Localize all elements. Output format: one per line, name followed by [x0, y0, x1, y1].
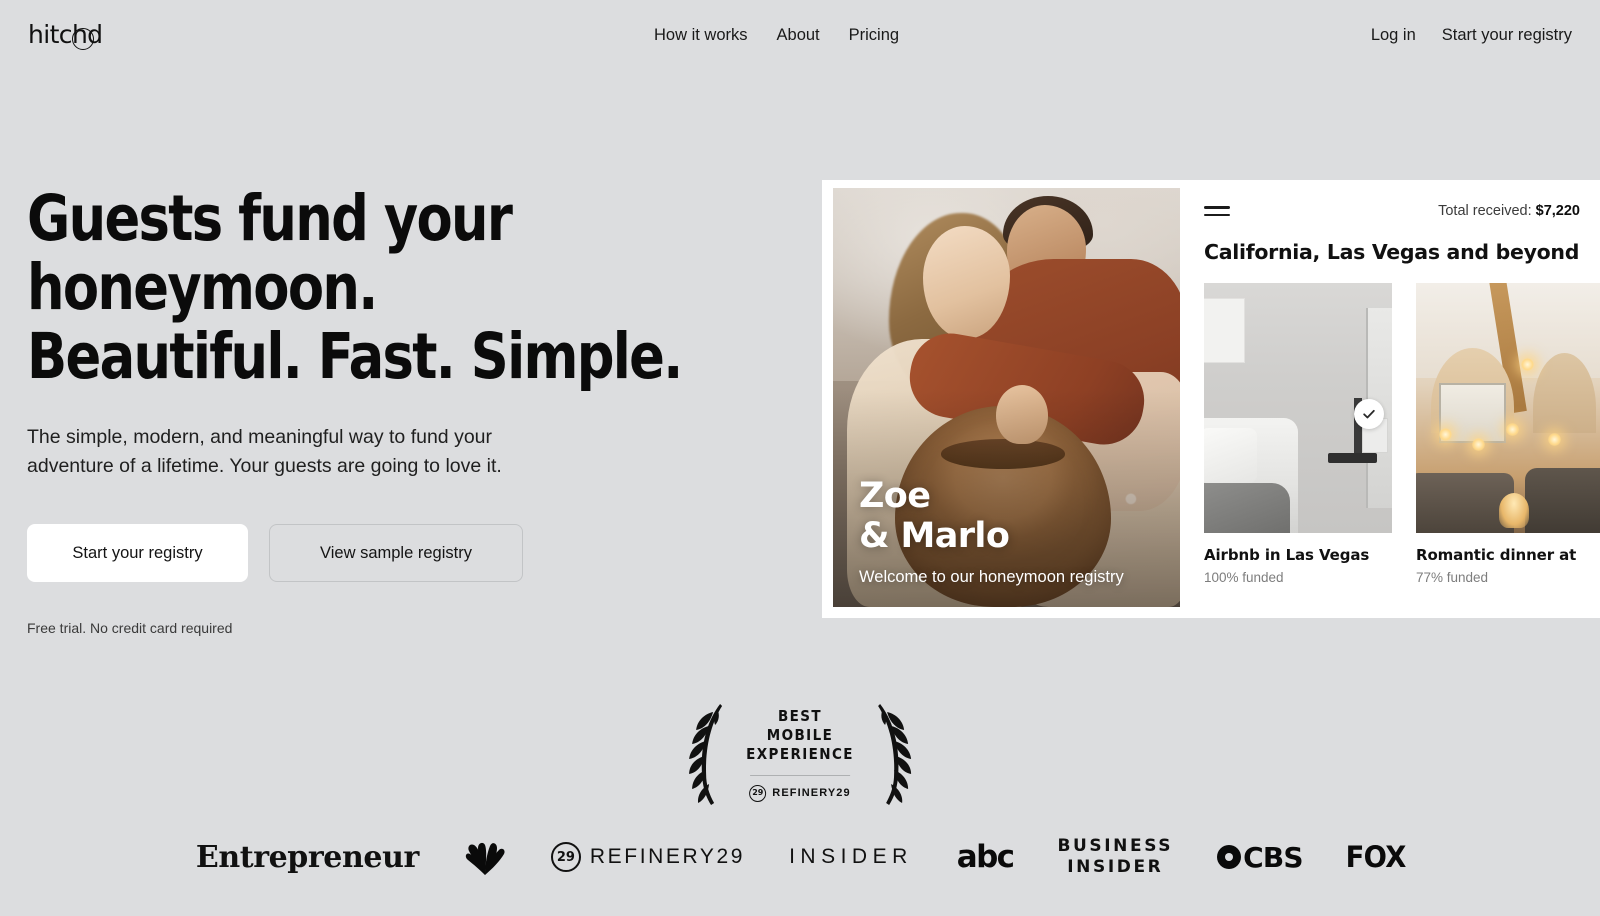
total-received-label: Total received: — [1438, 203, 1532, 219]
gift-funded-status: 100% funded — [1204, 570, 1284, 585]
registry-content: Total received: $7,220 California, Las V… — [1192, 180, 1600, 618]
press-logo-entrepreneur: Entrepreneur — [196, 826, 419, 888]
gift-funded-status: 77% funded — [1416, 570, 1489, 585]
registry-topbar: Total received: $7,220 — [1204, 199, 1580, 223]
gift-list: Airbnb in Las Vegas 100% funded Romantic… — [1204, 283, 1600, 585]
award-source-name: REFINERY29 — [772, 787, 851, 799]
fox-wordmark: FOX — [1345, 840, 1406, 874]
refinery29-mark-icon: 29 — [550, 842, 581, 872]
photo-caption: Zoe & Marlo Welcome to our honeymoon reg… — [859, 476, 1166, 587]
hero-headline: Guests fund your honeymoon. Beautiful. F… — [27, 182, 683, 393]
award-line-2: MOBILE — [766, 725, 834, 744]
press-logo-refinery29: 29 REFINERY29 — [550, 826, 746, 888]
gift-name: Romantic dinner at — [1416, 546, 1577, 564]
award-text: BEST MOBILE EXPERIENCE 29 REFINERY29 — [730, 707, 870, 802]
gift2-bulb — [1506, 423, 1520, 436]
primary-nav: How it works About Pricing — [654, 26, 899, 45]
gift-image — [1204, 283, 1392, 533]
cbs-wordmark: CBS — [1243, 840, 1303, 874]
refinery29-wordmark: REFINERY29 — [589, 845, 746, 868]
registry-welcome-text: Welcome to our honeymoon registry — [859, 568, 1124, 586]
nav-item-about[interactable]: About — [777, 26, 820, 45]
press-logo-fox: FOX — [1345, 826, 1406, 888]
logo-circle-icon — [72, 28, 94, 50]
press-logo-business-insider: BUSINESS INSIDER — [1057, 826, 1173, 888]
hero-subhead: The simple, modern, and meaningful way t… — [27, 426, 502, 477]
hero-cta-row: Start your registry View sample registry — [27, 480, 787, 582]
gift1-cushion — [1204, 428, 1257, 483]
gift-funded-check-icon — [1354, 399, 1384, 429]
gift1-table — [1328, 453, 1377, 463]
view-sample-registry-button[interactable]: View sample registry — [269, 524, 523, 582]
registry-preview-panel: Zoe & Marlo Welcome to our honeymoon reg… — [822, 180, 1600, 618]
award-line-1: BEST — [777, 706, 823, 725]
cbs-eye-icon — [1217, 845, 1242, 869]
nbc-peacock-icon — [465, 842, 505, 875]
gift2-table-lamp — [1498, 493, 1529, 528]
gift-name: Airbnb in Las Vegas — [1204, 546, 1370, 564]
gift1-wall-art — [1204, 298, 1246, 363]
press-logo-abc: abc — [956, 826, 1015, 888]
press-logo-insider: INSIDER — [789, 826, 913, 888]
login-link[interactable]: Log in — [1371, 26, 1416, 45]
hamburger-menu-icon[interactable] — [1204, 201, 1230, 221]
abc-wordmark: abc — [956, 839, 1015, 875]
business-insider-wordmark: BUSINESS INSIDER — [1057, 836, 1174, 877]
press-logo-cbs: CBS — [1217, 826, 1304, 888]
header-actions: Log in Start your registry — [1371, 26, 1572, 45]
header-start-registry-link[interactable]: Start your registry — [1442, 26, 1572, 45]
press-logo-row: Entrepreneur 29 REFINERY29 INSIDER abc B… — [0, 826, 1600, 888]
couple-names: Zoe & Marlo — [859, 476, 1010, 556]
award-line-3: EXPERIENCE — [746, 744, 854, 763]
insider-wordmark: INSIDER — [789, 845, 913, 868]
registry-cover-photo: Zoe & Marlo Welcome to our honeymoon reg… — [833, 188, 1180, 607]
total-received-value: $7,220 — [1535, 203, 1580, 219]
laurel-right-icon — [877, 704, 911, 805]
laurel-left-icon — [689, 704, 723, 805]
press-logo-nbc — [463, 826, 507, 888]
gift-card[interactable]: Airbnb in Las Vegas 100% funded — [1204, 283, 1392, 585]
refinery29-mark-icon: 29 — [749, 784, 767, 802]
award-source: 29 REFINERY29 — [746, 784, 854, 802]
nav-item-pricing[interactable]: Pricing — [849, 26, 899, 45]
total-received: Total received: $7,220 — [1438, 203, 1580, 219]
award-divider — [750, 774, 850, 776]
hero-fineprint: Free trial. No credit card required — [27, 620, 233, 636]
registry-title: California, Las Vegas and beyond — [1204, 240, 1580, 264]
hero-copy: Guests fund your honeymoon. Beautiful. F… — [27, 184, 787, 636]
gift2-booth-right — [1525, 468, 1600, 533]
nav-item-how-it-works[interactable]: How it works — [654, 26, 748, 45]
site-header: hitchd How it works About Pricing Log in… — [0, 0, 1600, 74]
gift2-bulb — [1547, 433, 1561, 446]
award-badge: BEST MOBILE EXPERIENCE 29 REFINERY29 — [680, 700, 920, 808]
gift2-bulb — [1472, 438, 1486, 451]
gift1-throw — [1204, 483, 1291, 533]
gift2-bulb — [1438, 428, 1452, 441]
gift-card[interactable]: Romantic dinner at 77% funded — [1416, 283, 1600, 585]
start-registry-button[interactable]: Start your registry — [27, 524, 248, 582]
logo[interactable]: hitchd — [28, 22, 103, 50]
entrepreneur-wordmark: Entrepreneur — [195, 839, 419, 875]
gift-image — [1416, 283, 1600, 533]
